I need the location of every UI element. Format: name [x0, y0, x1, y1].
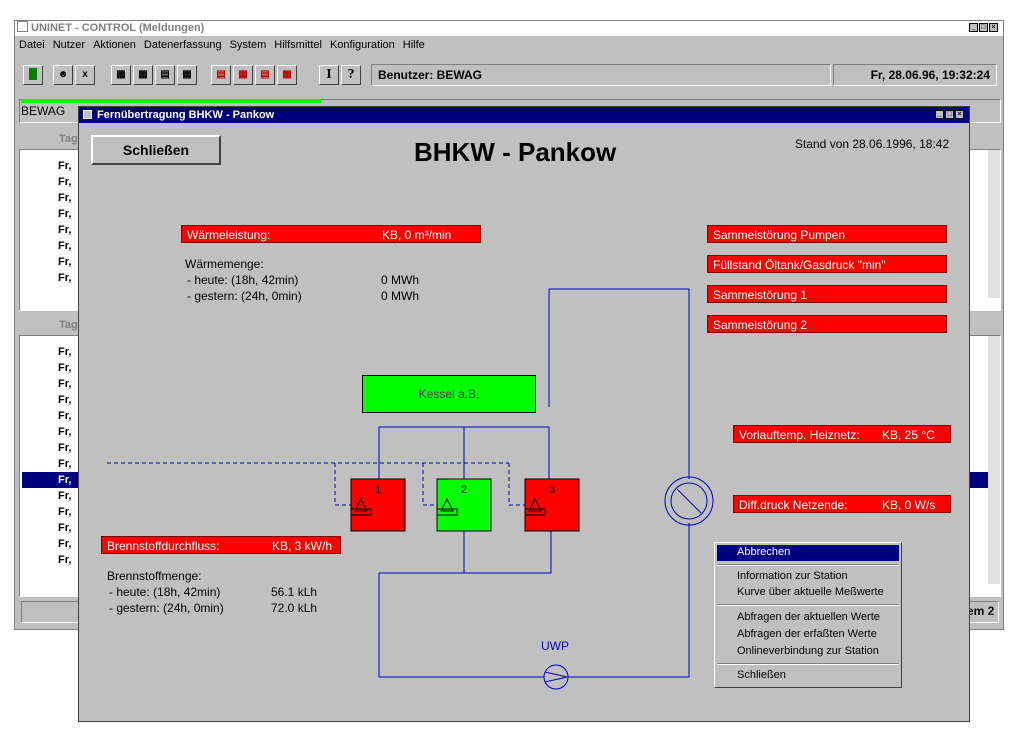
control-line-3: [508, 463, 525, 506]
list-item[interactable]: Fr,: [58, 376, 71, 392]
context-item-onlineverbindung[interactable]: Onlineverbindung zur Station: [737, 645, 879, 657]
menu-hilfe[interactable]: Hilfe: [403, 39, 425, 51]
context-separator: [717, 564, 899, 566]
list-item[interactable]: Fr,: [58, 238, 71, 254]
brennstoffmenge-heute-value: 56.1 kLh: [271, 585, 318, 599]
context-separator: [717, 663, 899, 665]
brennstoffmenge-gestern-value: 72.0 kLh: [271, 601, 318, 615]
list-item[interactable]: Fr,: [58, 360, 71, 376]
context-item-abfragen-aktuell[interactable]: Abfragen der aktuellen Werte: [737, 611, 880, 623]
report-2-icon[interactable]: ▦: [233, 65, 253, 85]
pipe-return-upper: [548, 288, 690, 479]
list-item-selected-label: Fr,: [58, 474, 72, 486]
menu-nutzer[interactable]: Nutzer: [53, 39, 85, 51]
context-separator: [717, 604, 899, 606]
uwp-pump-icon: [543, 664, 569, 690]
list-item[interactable]: Fr,: [58, 190, 71, 206]
brennstoffmenge-gestern-label: - gestern: (24h, 0min): [109, 601, 224, 615]
vorlauftemp-label: Vorlauftemp. Heiznetz:: [739, 428, 860, 442]
list-item[interactable]: Fr,: [58, 456, 71, 472]
nutzer-x-icon[interactable]: x: [75, 65, 95, 85]
menu-konfiguration[interactable]: Konfiguration: [330, 39, 395, 51]
users-icon[interactable]: ☻: [53, 65, 73, 85]
datetime-field: Fr, 28.06.96, 19:32:24: [833, 64, 997, 86]
scrollbar-vertical-bottom[interactable]: [988, 336, 1000, 584]
menu-bar: Datei Nutzer Aktionen Datenerfassung System H…: [19, 38, 433, 52]
table-icon[interactable]: ▦: [177, 65, 197, 85]
user-field: Benutzer: BEWAG: [371, 64, 831, 86]
list-item[interactable]: Fr,: [58, 504, 71, 520]
help-icon[interactable]: ?: [341, 65, 361, 85]
scrollbar-vertical-top[interactable]: [988, 150, 1000, 298]
list-item[interactable]: Fr,: [58, 520, 71, 536]
pipe-collector: [379, 531, 552, 574]
system-menu-icon[interactable]: [17, 21, 28, 32]
brennstoffmenge-title: Brennstoffmenge:: [107, 569, 202, 583]
maximize-icon[interactable]: □: [979, 23, 988, 32]
control-line-2: [422, 463, 437, 506]
context-item-abbrechen-label: Abbrechen: [737, 546, 791, 558]
diffdruck-value: KB, 0 W/s: [882, 498, 936, 512]
list-item[interactable]: Fr,: [58, 424, 71, 440]
context-item-abfragen-erfasst[interactable]: Abfragen der erfaßten Werte: [737, 628, 877, 640]
list-item[interactable]: Fr,: [58, 344, 71, 360]
vorlauftemp-box[interactable]: Vorlauftemp. Heiznetz: KB, 25 °C: [733, 425, 951, 443]
exit-door-icon[interactable]: [23, 65, 43, 85]
brennstoff-box[interactable]: Brennstoffdurchfluss: KB, 3 kW/h: [101, 536, 341, 554]
list-item[interactable]: Fr,: [58, 392, 71, 408]
context-item-schliessen[interactable]: Schließen: [737, 669, 786, 681]
kessel-status[interactable]: Kessel a.B.: [362, 375, 536, 413]
grid-view-1-icon[interactable]: ▦: [111, 65, 131, 85]
status-right-text: em 2: [967, 604, 995, 618]
context-menu: Abbrechen Information zur Station Kurve …: [714, 542, 902, 688]
menu-aktionen[interactable]: Aktionen: [93, 39, 136, 51]
list-item[interactable]: Fr,: [58, 222, 71, 238]
progress-fill: [21, 99, 321, 103]
close-icon[interactable]: ×: [989, 23, 998, 32]
grid-view-2-icon[interactable]: ▦: [133, 65, 153, 85]
menu-datei[interactable]: Datei: [19, 39, 45, 51]
report-3-icon[interactable]: ▤: [255, 65, 275, 85]
vorlauftemp-value: KB, 25 °C: [882, 428, 935, 442]
diffdruck-box[interactable]: Diff.druck Netzende: KB, 0 W/s: [733, 495, 951, 513]
menu-system[interactable]: System: [230, 39, 267, 51]
pipe-return-lower: [378, 523, 690, 678]
list-item[interactable]: Fr,: [58, 408, 71, 424]
list-item[interactable]: Fr,: [58, 174, 71, 190]
context-item-abbrechen[interactable]: Abbrechen: [717, 545, 899, 561]
list-item[interactable]: Fr,: [58, 488, 71, 504]
diffdruck-label: Diff.druck Netzende:: [739, 498, 848, 512]
report-4-icon[interactable]: ▦: [277, 65, 297, 85]
uwp-label: UWP: [541, 639, 569, 653]
boiler-1-label: 1: [375, 484, 381, 496]
list-item[interactable]: Fr,: [58, 536, 71, 552]
pane-header-top: Tag: [59, 133, 78, 145]
main-titlebar[interactable]: UNINET - CONTROL (Meldungen) _ □ ×: [15, 21, 1003, 36]
pane-header-bottom: Tag: [59, 319, 78, 331]
brennstoff-value: KB, 3 kW/h: [272, 539, 333, 553]
context-item-info[interactable]: Information zur Station: [737, 570, 848, 582]
context-item-kurve[interactable]: Kurve über aktuelle Meßwerte: [737, 586, 884, 598]
main-title: UNINET - CONTROL (Meldungen): [31, 22, 205, 34]
control-line-1: [334, 463, 351, 506]
menu-datenerfassung[interactable]: Datenerfassung: [144, 39, 222, 51]
list-item[interactable]: Fr,: [58, 158, 71, 174]
list-item[interactable]: Fr,: [58, 254, 71, 270]
tab-bewag[interactable]: BEWAG: [21, 104, 65, 118]
list-item[interactable]: Fr,: [58, 552, 71, 568]
report-1-icon[interactable]: ▤: [211, 65, 231, 85]
grid-view-3-icon[interactable]: ▤: [155, 65, 175, 85]
boiler-2-label: 2: [461, 484, 467, 496]
brennstoff-label: Brennstoffdurchfluss:: [107, 539, 220, 553]
list-item[interactable]: Fr,: [58, 270, 71, 286]
menu-hilfsmittel[interactable]: Hilfsmittel: [274, 39, 322, 51]
heat-exchanger-slash: [676, 488, 702, 514]
info-icon[interactable]: I: [319, 65, 339, 85]
brennstoffmenge-heute-label: - heute: (18h, 42min): [109, 585, 221, 599]
boiler-3-label: 3: [549, 484, 555, 496]
minimize-icon[interactable]: _: [969, 23, 978, 32]
list-item[interactable]: Fr,: [58, 440, 71, 456]
list-item[interactable]: Fr,: [58, 206, 71, 222]
